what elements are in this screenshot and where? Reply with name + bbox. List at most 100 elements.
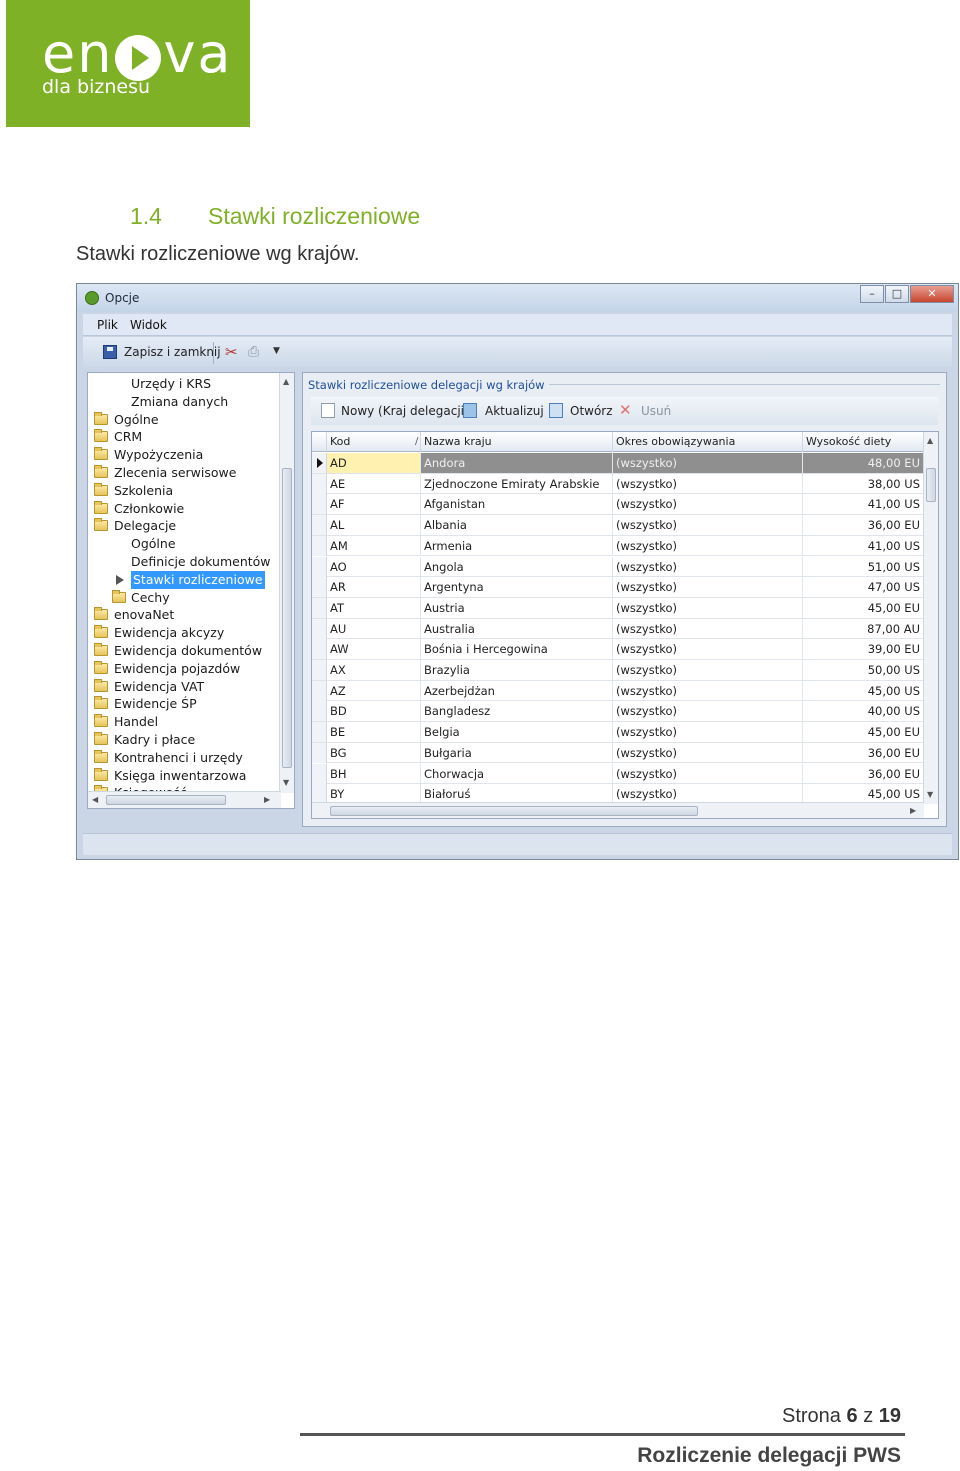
tree-item[interactable]: Szkolenia <box>88 482 278 500</box>
row-indicator[interactable] <box>312 473 327 494</box>
table-row[interactable]: AD Andora (wszystko) 48,00 EU <box>312 453 924 474</box>
print-icon[interactable]: ⎙ <box>248 344 264 360</box>
table-row[interactable]: AE Zjednoczone Emiraty Arabskie (wszystko)… <box>312 473 924 495</box>
grid-scroll-thumb[interactable] <box>926 468 936 502</box>
tree-item-label: Kadry i płace <box>114 732 196 747</box>
menu-plik[interactable]: Plik <box>97 318 118 332</box>
sort-icon: / <box>415 436 419 447</box>
table-row[interactable]: AU Australia (wszystko) 87,00 AU <box>312 618 924 640</box>
scroll-right-icon[interactable]: ▶ <box>264 795 270 804</box>
row-indicator[interactable] <box>312 701 327 722</box>
tree-item[interactable]: Członkowie <box>88 500 278 518</box>
scroll-down-icon[interactable]: ▼ <box>283 778 289 787</box>
table-row[interactable]: AX Brazylia (wszystko) 50,00 US <box>312 660 924 681</box>
row-indicator[interactable] <box>312 556 327 577</box>
table-row[interactable]: BE Belgia (wszystko) 45,00 EU <box>312 722 924 743</box>
tree-item[interactable]: Kontrahenci i urzędy <box>88 749 278 767</box>
tree-item[interactable]: Definicje dokumentów <box>88 553 278 571</box>
minimize-button[interactable]: – <box>860 285 884 303</box>
tree-hscroll-thumb[interactable] <box>106 795 226 805</box>
scroll-up-icon[interactable]: ▲ <box>283 377 289 386</box>
tree-item[interactable]: Urzędy i KRS <box>88 375 278 393</box>
save-icon[interactable] <box>103 345 117 359</box>
column-header-nazwa[interactable]: Nazwa kraju <box>421 432 613 452</box>
maximize-button[interactable]: □ <box>885 285 909 303</box>
new-country-button[interactable]: Nowy (Kraj delegacji) <box>341 404 469 418</box>
row-indicator[interactable] <box>312 618 327 639</box>
row-indicator[interactable] <box>312 535 327 556</box>
row-indicator[interactable] <box>312 453 327 473</box>
cell-kod: AF <box>327 494 421 515</box>
delete-icon[interactable]: ✕ <box>619 403 633 418</box>
delete-button[interactable]: Usuń <box>641 404 671 418</box>
chevron-down-icon[interactable]: ▼ <box>273 346 280 356</box>
row-indicator[interactable] <box>312 660 327 680</box>
table-row[interactable]: BG Bułgaria (wszystko) 36,00 EU <box>312 742 924 764</box>
scroll-left-icon[interactable]: ◀ <box>92 795 98 804</box>
tree-item[interactable]: Ewidencja pojazdów <box>88 660 278 678</box>
table-row[interactable]: AR Argentyna (wszystko) 47,00 US <box>312 577 924 598</box>
tree-item[interactable]: Ewidencje ŚP <box>88 695 278 713</box>
tree-item[interactable]: Ewidencja VAT <box>88 678 278 696</box>
row-indicator[interactable] <box>312 577 327 598</box>
open-button[interactable]: Otwórz <box>570 404 613 418</box>
tree-item[interactable]: Księga inwentarzowa <box>88 767 278 785</box>
new-document-icon[interactable] <box>321 403 335 418</box>
refresh-icon[interactable] <box>463 403 477 418</box>
tree-item[interactable]: Handel <box>88 713 278 731</box>
table-row[interactable]: AL Albania (wszystko) 36,00 EU <box>312 515 924 536</box>
open-icon[interactable] <box>549 403 563 418</box>
play-icon <box>115 35 162 81</box>
row-indicator[interactable] <box>312 597 327 618</box>
tree-item[interactable]: enovaNet <box>88 606 278 624</box>
tree-item-label: Zlecenia serwisowe <box>114 465 237 480</box>
row-indicator[interactable] <box>312 515 327 536</box>
tree-scroll-thumb[interactable] <box>282 468 292 768</box>
tree-item[interactable]: Zmiana danych <box>88 393 278 411</box>
row-indicator[interactable] <box>312 763 327 784</box>
tree-item[interactable]: Kadry i płace <box>88 731 278 749</box>
table-row[interactable]: AO Angola (wszystko) 51,00 US <box>312 556 924 578</box>
tree-item[interactable]: Ogólne <box>88 411 278 429</box>
close-button[interactable]: ✕ <box>910 285 954 303</box>
tree-item[interactable]: Stawki rozliczeniowe <box>88 570 278 589</box>
grid-horizontal-scrollbar[interactable]: ▶ <box>312 802 924 818</box>
tree-item[interactable]: Ewidencja akcyzy <box>88 624 278 642</box>
column-header-kod[interactable]: Kod / <box>327 432 421 452</box>
tree-item[interactable]: Ogólne <box>88 535 278 553</box>
cell-kod: AL <box>327 515 421 536</box>
tree-item[interactable]: Delegacje <box>88 517 278 535</box>
table-row[interactable]: AW Bośnia i Hercegowina (wszystko) 39,00 EU <box>312 639 924 660</box>
menu-widok[interactable]: Widok <box>130 318 167 332</box>
tree-item[interactable]: Ewidencja dokumentów <box>88 642 278 660</box>
column-header-okres[interactable]: Okres obowiązywania <box>613 432 803 452</box>
column-header-dieta[interactable]: Wysokość diety <box>803 432 924 452</box>
tree-item[interactable]: Wypożyczenia <box>88 446 278 464</box>
tree-horizontal-scrollbar[interactable]: ◀ ▶ <box>88 791 281 808</box>
row-indicator[interactable] <box>312 494 327 515</box>
scroll-up-icon[interactable]: ▲ <box>927 436 933 445</box>
row-indicator[interactable] <box>312 639 327 660</box>
tree-item[interactable]: CRM <box>88 428 278 446</box>
table-row[interactable]: AF Afganistan (wszystko) 41,00 US <box>312 494 924 516</box>
tree-vertical-scrollbar[interactable]: ▲ ▼ <box>279 373 294 793</box>
save-and-close-button[interactable]: Zapisz i zamknij <box>124 345 221 359</box>
tools-icon[interactable]: ✂ <box>225 344 241 360</box>
refresh-button[interactable]: Aktualizuj <box>485 404 544 418</box>
table-row[interactable]: AZ Azerbejdżan (wszystko) 45,00 US <box>312 680 924 702</box>
scroll-right-icon[interactable]: ▶ <box>910 806 916 815</box>
grid-vertical-scrollbar[interactable]: ▲ ▼ <box>923 432 938 804</box>
row-indicator[interactable] <box>312 742 327 763</box>
table-row[interactable]: BH Chorwacja (wszystko) 36,00 EU <box>312 763 924 785</box>
table-row[interactable]: BD Bangladesz (wszystko) 40,00 US <box>312 701 924 723</box>
tree-item[interactable]: Zlecenia serwisowe <box>88 464 278 482</box>
main-toolbar: Zapisz i zamknij ✂ ⎙ ▼ <box>83 337 952 367</box>
tree-item[interactable]: Cechy <box>88 589 278 607</box>
grid-hscroll-thumb[interactable] <box>330 806 698 816</box>
rates-grid: Kod / Nazwa kraju Okres obowiązywania Wy… <box>311 431 939 819</box>
row-indicator[interactable] <box>312 722 327 743</box>
row-indicator[interactable] <box>312 680 327 701</box>
table-row[interactable]: AT Austria (wszystko) 45,00 EU <box>312 597 924 619</box>
scroll-down-icon[interactable]: ▼ <box>927 790 933 799</box>
table-row[interactable]: AM Armenia (wszystko) 41,00 US <box>312 535 924 557</box>
